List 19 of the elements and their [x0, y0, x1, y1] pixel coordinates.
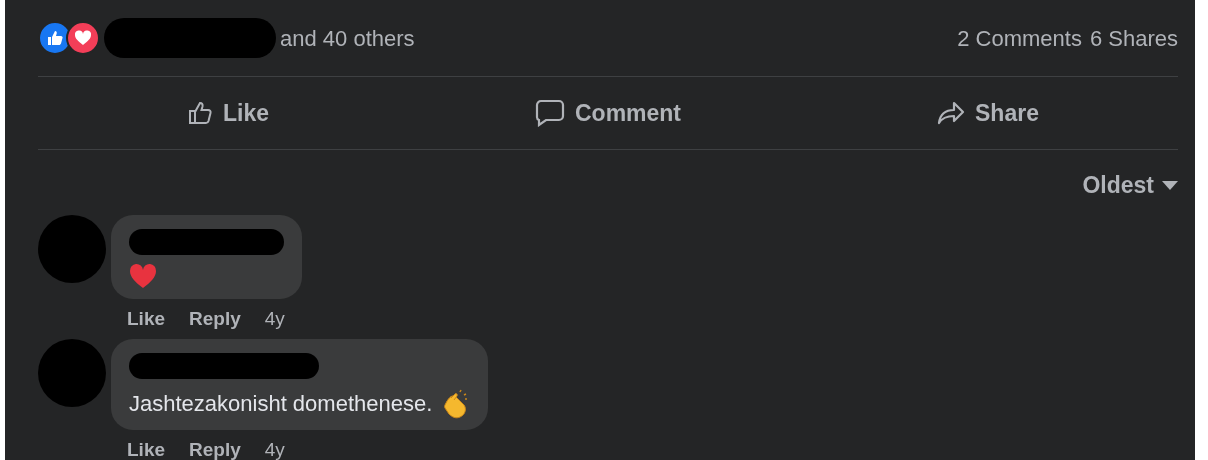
- reply-link[interactable]: Reply: [189, 436, 241, 460]
- thumbs-up-icon: [187, 100, 213, 126]
- like-link[interactable]: Like: [127, 436, 166, 460]
- caret-icon: [1162, 180, 1178, 190]
- like-link[interactable]: Like: [127, 304, 166, 333]
- shares-count[interactable]: 6 Shares: [1089, 21, 1178, 55]
- heart-icon: [129, 262, 157, 289]
- timestamp[interactable]: 4y: [264, 436, 285, 460]
- sort-dropdown[interactable]: Oldest: [1082, 168, 1178, 203]
- share-button[interactable]: Share: [929, 91, 1047, 135]
- reactions-summary[interactable]: and 40 others: [280, 21, 415, 55]
- speech-bubble-icon: [534, 99, 565, 127]
- timestamp[interactable]: 4y: [264, 304, 285, 333]
- like-button[interactable]: Like: [179, 91, 277, 135]
- comment-text: Jashtezakonisht domethenese.: [129, 390, 433, 418]
- comments-count[interactable]: 2 Comments: [957, 21, 1082, 55]
- reply-link[interactable]: Reply: [189, 304, 241, 333]
- share-icon: [937, 101, 966, 125]
- comment-button[interactable]: Comment: [526, 91, 690, 135]
